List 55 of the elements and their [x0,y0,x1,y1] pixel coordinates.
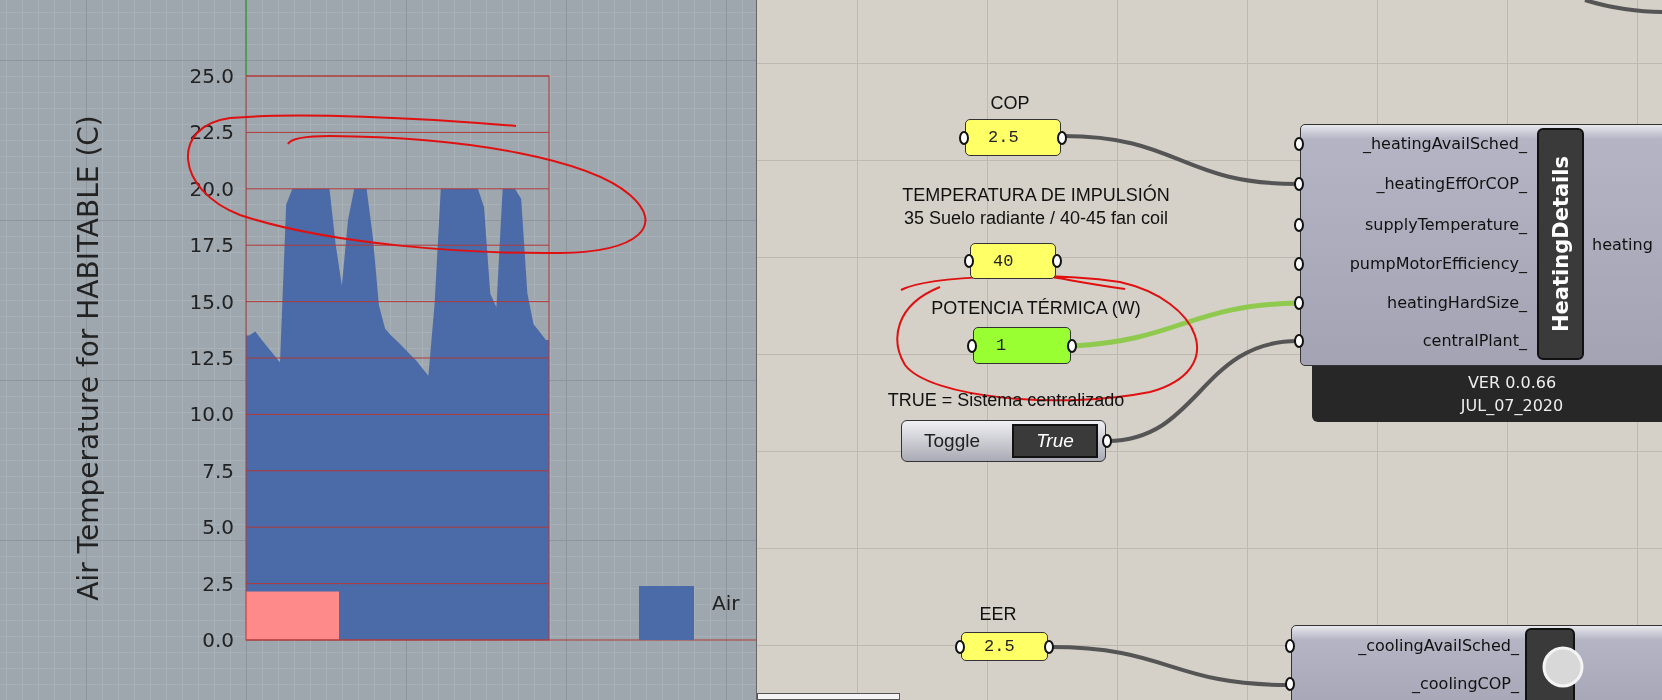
grip-icon[interactable] [955,639,965,654]
grip-icon[interactable] [959,130,969,145]
highlight-block [246,591,294,640]
loading-icon [1541,645,1585,689]
input-label: centralPlant_ [1422,331,1527,350]
panel-label: TEMPERATURA DE IMPULSIÓN [902,184,1170,206]
panel-label: COP [990,92,1030,114]
grip-icon[interactable] [1294,137,1304,151]
tick-label: 10.0 [189,402,234,427]
grip-icon[interactable] [964,254,974,268]
value-panel[interactable]: 2.5 [965,119,1061,156]
input-label: _coolingAvailSched_ [1358,636,1519,655]
component-title: HeatingDetails [1548,156,1573,332]
panel-label: EER [979,603,1017,625]
highlight-block [294,591,339,640]
component-body[interactable] [1300,124,1662,366]
grip-icon[interactable] [1057,130,1067,145]
version-text: JUL_07_2020 [1460,396,1564,415]
mini-toolbar[interactable] [757,693,900,700]
value-panel[interactable]: 1 [973,327,1071,364]
output-label: heating [1592,235,1653,254]
grip-icon[interactable] [967,338,977,353]
grip-icon[interactable] [1294,177,1304,191]
grip-icon[interactable] [1044,639,1054,654]
input-label: _heatingAvailSched_ [1362,134,1527,153]
tick-label: 12.5 [189,346,234,370]
tick-label: 5.0 [202,515,234,540]
grip-icon[interactable] [1102,434,1112,448]
value-panel[interactable]: 2.5 [961,632,1048,661]
tick-label: 15.0 [189,289,234,314]
input-label: _heatingEffOrCOP_ [1376,174,1527,193]
input-label: supplyTemperature_ [1364,215,1527,234]
axis-title: Air Temperature for HABITABLE (C) [72,115,105,601]
grip-icon[interactable] [1294,334,1304,348]
tick-label: 7.5 [202,458,234,483]
value-panel[interactable]: 40 [970,243,1056,279]
panel-label: POTENCIA TÉRMICA (W) [931,297,1141,319]
grip-icon[interactable] [1285,677,1295,691]
version-text: VER 0.0.66 [1467,373,1557,392]
input-label: pumpMotorEfficiency_ [1349,254,1527,273]
grip-icon[interactable] [1067,338,1077,353]
grip-icon[interactable] [1285,639,1295,653]
input-label: _coolingCOP_ [1412,674,1519,693]
grip-icon[interactable] [1052,254,1062,268]
grip-icon[interactable] [1294,218,1304,232]
grip-icon[interactable] [1294,296,1304,310]
tick-label: 17.5 [189,233,234,258]
tick-label: 25.0 [189,64,234,88]
grip-icon[interactable] [1294,257,1304,271]
legend-label: Air [712,591,740,615]
tick-label: 2.5 [202,571,234,596]
input-label: heatingHardSize_ [1387,293,1527,312]
toggle-switch[interactable]: Toggle True [901,420,1106,462]
tick-label: 0.0 [202,628,234,652]
panel-label: 35 Suelo radiante / 40-45 fan coil [903,207,1169,229]
